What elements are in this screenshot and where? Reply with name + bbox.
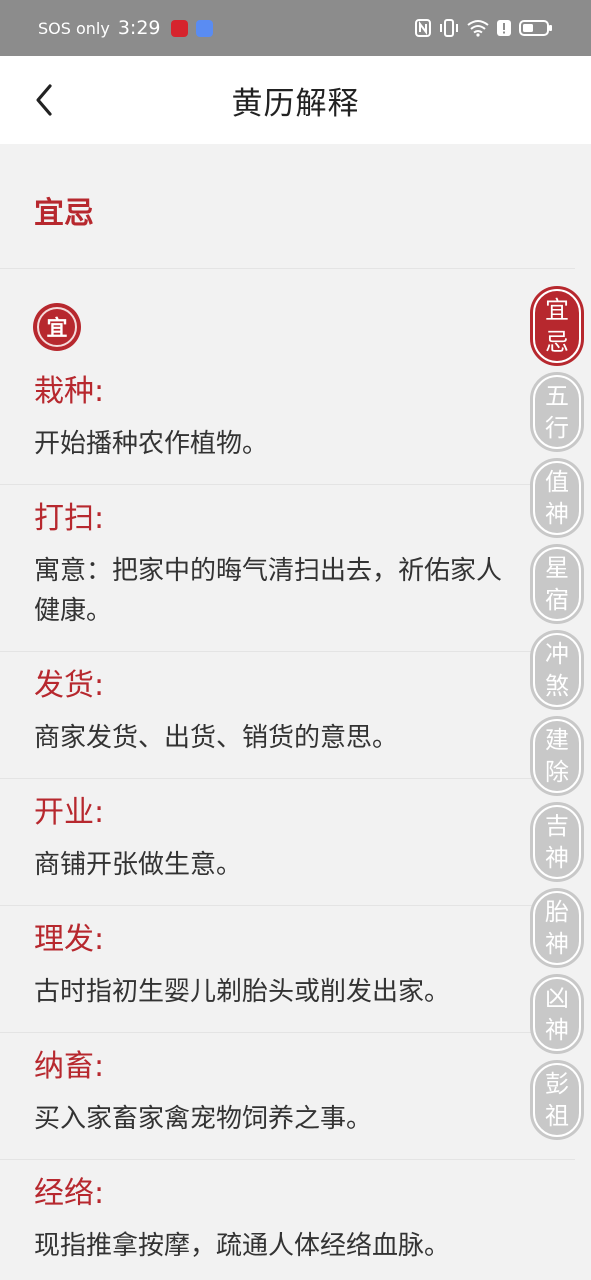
- side-nav-label: 冲 煞: [533, 633, 581, 707]
- list-item: 栽种: 开始播种农作植物。: [0, 360, 575, 485]
- side-nav-label: 建 除: [533, 719, 581, 793]
- divider: [0, 268, 575, 269]
- entry-term: 栽种:: [34, 374, 105, 409]
- nfc-icon: [415, 19, 431, 37]
- side-nav-char: 忌: [545, 328, 569, 356]
- side-nav-char: 冲: [545, 640, 569, 668]
- entry-desc: 商家发货、出货、销货的意思。: [34, 723, 399, 753]
- list-item: 纳畜: 买入家畜家禽宠物饲养之事。: [0, 1033, 575, 1160]
- side-nav-char: 五: [545, 382, 569, 410]
- status-bar: SOS only 3:29: [0, 0, 591, 56]
- status-left: SOS only 3:29: [38, 17, 213, 39]
- wifi-icon: [467, 20, 489, 37]
- side-nav-char: 宿: [545, 586, 569, 614]
- side-nav-label: 吉 神: [533, 805, 581, 879]
- entry-desc: 现指推拿按摩，疏通人体经络血脉。: [34, 1231, 451, 1261]
- entries-list: 栽种: 开始播种农作植物。 打扫: 寓意：把家中的晦气清扫出去，祈佑家人健康。 …: [0, 360, 575, 1280]
- entry-desc: 商铺开张做生意。: [34, 850, 243, 880]
- side-nav-label: 彭 祖: [533, 1063, 581, 1137]
- side-nav-char: 彭: [545, 1070, 569, 1098]
- side-nav-char: 神: [545, 1016, 569, 1044]
- entry-desc: 古时指初生婴儿剃胎头或削发出家。: [34, 977, 451, 1007]
- side-nav-label: 值 神: [533, 461, 581, 535]
- side-nav-jianchu[interactable]: 建 除: [530, 716, 584, 796]
- side-nav-xingxiu[interactable]: 星 宿: [530, 544, 584, 624]
- entry-desc: 买入家畜家禽宠物饲养之事。: [34, 1104, 373, 1134]
- side-nav-label: 胎 神: [533, 891, 581, 965]
- yi-seal-icon: 宜: [33, 303, 81, 351]
- list-item: 开业: 商铺开张做生意。: [0, 779, 575, 906]
- side-nav-zhishen[interactable]: 值 神: [530, 458, 584, 538]
- side-nav-char: 星: [545, 554, 569, 582]
- side-nav-char: 除: [545, 758, 569, 786]
- side-nav-label: 凶 神: [533, 977, 581, 1051]
- entry-desc: 寓意：把家中的晦气清扫出去，祈佑家人健康。: [34, 556, 503, 626]
- vibrate-icon: [440, 19, 458, 37]
- entry-desc: 开始播种农作植物。: [34, 429, 269, 459]
- alert-icon: [497, 20, 511, 36]
- chevron-left-icon: [36, 84, 52, 116]
- entry-term: 开业:: [34, 795, 105, 830]
- app-header: 黄历解释: [0, 56, 591, 144]
- side-nav-char: 建: [545, 726, 569, 754]
- seal-char: 宜: [37, 307, 77, 347]
- side-nav: 宜 忌 五 行 值 神 星 宿 冲 煞 建 除 吉 神 胎 神 凶 神 彭 祖: [530, 286, 586, 1146]
- side-nav-chongsha[interactable]: 冲 煞: [530, 630, 584, 710]
- side-nav-label: 星 宿: [533, 547, 581, 621]
- list-item: 经络: 现指推拿按摩，疏通人体经络血脉。: [0, 1160, 575, 1280]
- side-nav-char: 神: [545, 930, 569, 958]
- side-nav-char: 宜: [545, 296, 569, 324]
- side-nav-jishen[interactable]: 吉 神: [530, 802, 584, 882]
- side-nav-char: 祖: [545, 1102, 569, 1130]
- list-item: 发货: 商家发货、出货、销货的意思。: [0, 652, 575, 779]
- section-title: 宜忌: [34, 196, 94, 231]
- side-nav-taishen[interactable]: 胎 神: [530, 888, 584, 968]
- side-nav-pengzu[interactable]: 彭 祖: [530, 1060, 584, 1140]
- side-nav-char: 行: [545, 414, 569, 442]
- side-nav-xiongshen[interactable]: 凶 神: [530, 974, 584, 1054]
- side-nav-char: 胎: [545, 898, 569, 926]
- side-nav-char: 神: [545, 500, 569, 528]
- entry-term: 纳畜:: [34, 1049, 105, 1084]
- notification-app-icon: [195, 19, 213, 37]
- entry-term: 理发:: [34, 922, 105, 957]
- notification-app-icon: [170, 19, 188, 37]
- status-right: [415, 19, 553, 37]
- list-item: 理发: 古时指初生婴儿剃胎头或削发出家。: [0, 906, 575, 1033]
- side-nav-char: 凶: [545, 984, 569, 1012]
- back-button[interactable]: [22, 78, 66, 122]
- carrier-text: SOS only: [38, 18, 110, 38]
- battery-icon: [519, 20, 552, 36]
- entry-term: 打扫:: [34, 501, 105, 536]
- entry-term: 经络:: [34, 1176, 105, 1211]
- clock: 3:29: [117, 17, 161, 39]
- side-nav-char: 吉: [545, 812, 569, 840]
- page-title: 黄历解释: [231, 85, 360, 122]
- side-nav-label: 五 行: [533, 375, 581, 449]
- entry-term: 发货:: [34, 668, 105, 703]
- side-nav-char: 煞: [545, 672, 569, 700]
- side-nav-char: 值: [545, 468, 569, 496]
- side-nav-yiji[interactable]: 宜 忌: [530, 286, 584, 366]
- list-item: 打扫: 寓意：把家中的晦气清扫出去，祈佑家人健康。: [0, 485, 575, 652]
- side-nav-label: 宜 忌: [533, 289, 581, 363]
- side-nav-char: 神: [545, 844, 569, 872]
- side-nav-wuxing[interactable]: 五 行: [530, 372, 584, 452]
